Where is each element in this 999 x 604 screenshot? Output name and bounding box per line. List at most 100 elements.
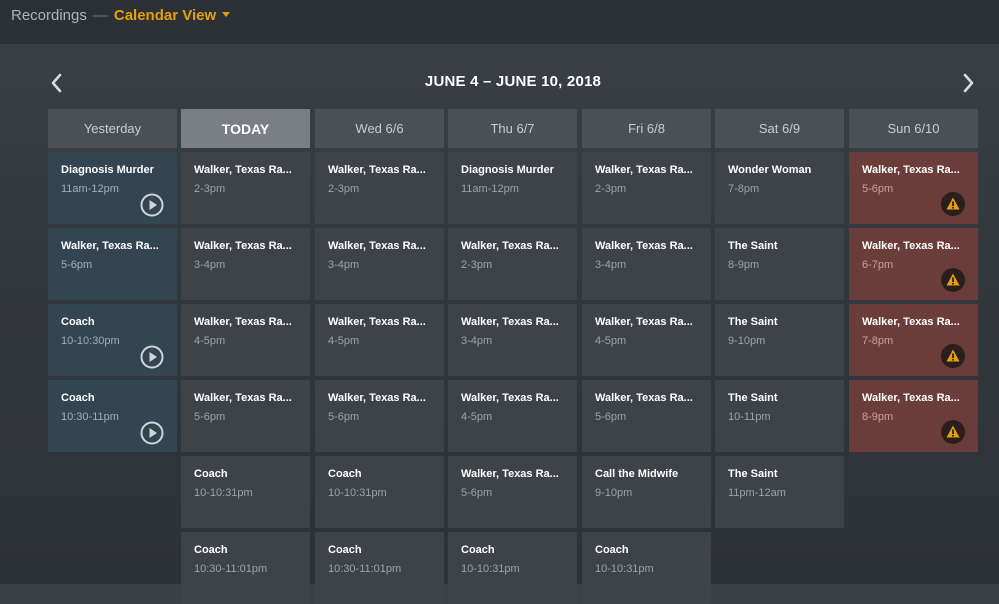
recording-card[interactable]: Coach 10:30-11:01pm xyxy=(181,532,310,604)
recording-card[interactable]: Walker, Texas Ra... 5-6pm xyxy=(181,380,310,452)
recording-time: 7-8pm xyxy=(728,183,760,195)
recording-title: Walker, Texas Ra... xyxy=(328,164,426,176)
recording-time: 2-3pm xyxy=(595,183,627,195)
recording-card[interactable]: Walker, Texas Ra... 4-5pm xyxy=(582,304,711,376)
recording-card[interactable]: Walker, Texas Ra... 5-6pm xyxy=(48,228,177,300)
recording-time: 5-6pm xyxy=(595,411,627,423)
recording-time: 10-10:30pm xyxy=(61,335,120,347)
day-column: Fri 6/8 Walker, Texas Ra... 2-3pm Walker, T… xyxy=(582,109,711,604)
day-header: Yesterday xyxy=(48,109,177,148)
play-icon[interactable] xyxy=(140,345,164,369)
week-range-title: JUNE 4 – JUNE 10, 2018 xyxy=(424,73,602,90)
recording-title: Walker, Texas Ra... xyxy=(461,240,559,252)
recording-title: Walker, Texas Ra... xyxy=(595,164,693,176)
next-week-button[interactable] xyxy=(958,72,978,94)
breadcrumb-recordings[interactable]: Recordings xyxy=(11,7,87,24)
recording-card[interactable]: Walker, Texas Ra... 2-3pm xyxy=(582,152,711,224)
recording-time: 7-8pm xyxy=(862,335,894,347)
recording-title: Walker, Texas Ra... xyxy=(862,392,960,404)
day-column: Yesterday Diagnosis Murder 11am-12pm Walker… xyxy=(48,109,177,452)
recording-time: 3-4pm xyxy=(194,259,226,271)
day-column: TODAY Walker, Texas Ra... 2-3pm Walker, Tex… xyxy=(181,109,310,604)
recording-time: 8-9pm xyxy=(862,411,894,423)
recording-card[interactable]: Wonder Woman 7-8pm xyxy=(715,152,844,224)
recording-time: 5-6pm xyxy=(862,183,894,195)
recording-card[interactable]: Walker, Texas Ra... 5-6pm xyxy=(315,380,444,452)
recording-time: 4-5pm xyxy=(194,335,226,347)
recording-card[interactable]: The Saint 9-10pm xyxy=(715,304,844,376)
recording-title: Coach xyxy=(61,392,95,404)
recording-card[interactable]: Walker, Texas Ra... 5-6pm xyxy=(448,456,577,528)
recording-card[interactable]: Coach 10:30-11:01pm xyxy=(315,532,444,604)
recording-card[interactable]: Walker, Texas Ra... 3-4pm xyxy=(582,228,711,300)
recording-card[interactable]: Coach 10-10:31pm xyxy=(582,532,711,604)
recording-card[interactable]: Walker, Texas Ra... 4-5pm xyxy=(315,304,444,376)
warning-icon xyxy=(941,344,965,368)
recording-title: The Saint xyxy=(728,316,778,328)
recording-time: 4-5pm xyxy=(328,335,360,347)
day-header: Wed 6/6 xyxy=(315,109,444,148)
recording-title: Walker, Texas Ra... xyxy=(862,164,960,176)
recording-card[interactable]: Coach 10-10:31pm xyxy=(448,532,577,604)
warning-icon xyxy=(941,268,965,292)
breadcrumb: Recordings — Calendar View xyxy=(11,7,231,24)
recording-card[interactable]: Walker, Texas Ra... 7-8pm xyxy=(849,304,978,376)
recording-title: Walker, Texas Ra... xyxy=(194,316,292,328)
recording-card[interactable]: Walker, Texas Ra... 5-6pm xyxy=(849,152,978,224)
recording-title: Walker, Texas Ra... xyxy=(461,468,559,480)
recording-card[interactable]: Walker, Texas Ra... 5-6pm xyxy=(582,380,711,452)
recording-card[interactable]: The Saint 8-9pm xyxy=(715,228,844,300)
recording-card[interactable]: Walker, Texas Ra... 3-4pm xyxy=(448,304,577,376)
recording-time: 4-5pm xyxy=(461,411,493,423)
recording-card[interactable]: Walker, Texas Ra... 3-4pm xyxy=(181,228,310,300)
recording-title: The Saint xyxy=(728,392,778,404)
recording-card[interactable]: The Saint 10-11pm xyxy=(715,380,844,452)
recording-card[interactable]: Coach 10-10:31pm xyxy=(315,456,444,528)
recording-card[interactable]: Walker, Texas Ra... 6-7pm xyxy=(849,228,978,300)
recording-time: 5-6pm xyxy=(461,487,493,499)
recording-title: Walker, Texas Ra... xyxy=(61,240,159,252)
day-column: Wed 6/6 Walker, Texas Ra... 2-3pm Walker, T… xyxy=(315,109,444,604)
recording-time: 11pm-12am xyxy=(728,487,786,499)
recording-card[interactable]: Diagnosis Murder 11am-12pm xyxy=(48,152,177,224)
recording-title: Walker, Texas Ra... xyxy=(194,240,292,252)
caret-down-icon[interactable] xyxy=(222,12,231,17)
recording-card[interactable]: Call the Midwife 9-10pm xyxy=(582,456,711,528)
recording-card[interactable]: The Saint 11pm-12am xyxy=(715,456,844,528)
recording-time: 10:30-11:01pm xyxy=(194,563,268,575)
recording-card[interactable]: Coach 10-10:31pm xyxy=(181,456,310,528)
recording-time: 10-10:31pm xyxy=(461,563,520,575)
play-icon[interactable] xyxy=(140,421,164,445)
recording-title: Coach xyxy=(194,544,228,556)
recording-time: 4-5pm xyxy=(595,335,627,347)
recording-time: 10-10:31pm xyxy=(194,487,253,499)
day-header: Fri 6/8 xyxy=(582,109,711,148)
recording-time: 11am-12pm xyxy=(461,183,519,195)
view-selector[interactable]: Calendar View xyxy=(114,7,216,24)
day-header: Sun 6/10 xyxy=(849,109,978,148)
warning-icon xyxy=(941,420,965,444)
recording-time: 8-9pm xyxy=(728,259,760,271)
recording-card[interactable]: Walker, Texas Ra... 4-5pm xyxy=(181,304,310,376)
recording-card[interactable]: Coach 10-10:30pm xyxy=(48,304,177,376)
day-header: Sat 6/9 xyxy=(715,109,844,148)
recording-card[interactable]: Walker, Texas Ra... 2-3pm xyxy=(448,228,577,300)
day-header: TODAY xyxy=(181,109,310,148)
recording-card[interactable]: Coach 10:30-11pm xyxy=(48,380,177,452)
recording-card[interactable]: Walker, Texas Ra... 4-5pm xyxy=(448,380,577,452)
recording-card[interactable]: Walker, Texas Ra... 3-4pm xyxy=(315,228,444,300)
recording-title: Walker, Texas Ra... xyxy=(862,316,960,328)
breadcrumb-separator: — xyxy=(92,7,108,24)
recording-title: Walker, Texas Ra... xyxy=(194,392,292,404)
recording-title: Diagnosis Murder xyxy=(61,164,154,176)
chevron-right-icon xyxy=(963,73,974,93)
recording-time: 10-10:31pm xyxy=(328,487,387,499)
recording-time: 2-3pm xyxy=(461,259,493,271)
recording-card[interactable]: Walker, Texas Ra... 8-9pm xyxy=(849,380,978,452)
recording-card[interactable]: Diagnosis Murder 11am-12pm xyxy=(448,152,577,224)
recording-title: Walker, Texas Ra... xyxy=(328,316,426,328)
recording-card[interactable]: Walker, Texas Ra... 2-3pm xyxy=(315,152,444,224)
play-icon[interactable] xyxy=(140,193,164,217)
recording-card[interactable]: Walker, Texas Ra... 2-3pm xyxy=(181,152,310,224)
recording-title: Coach xyxy=(194,468,228,480)
